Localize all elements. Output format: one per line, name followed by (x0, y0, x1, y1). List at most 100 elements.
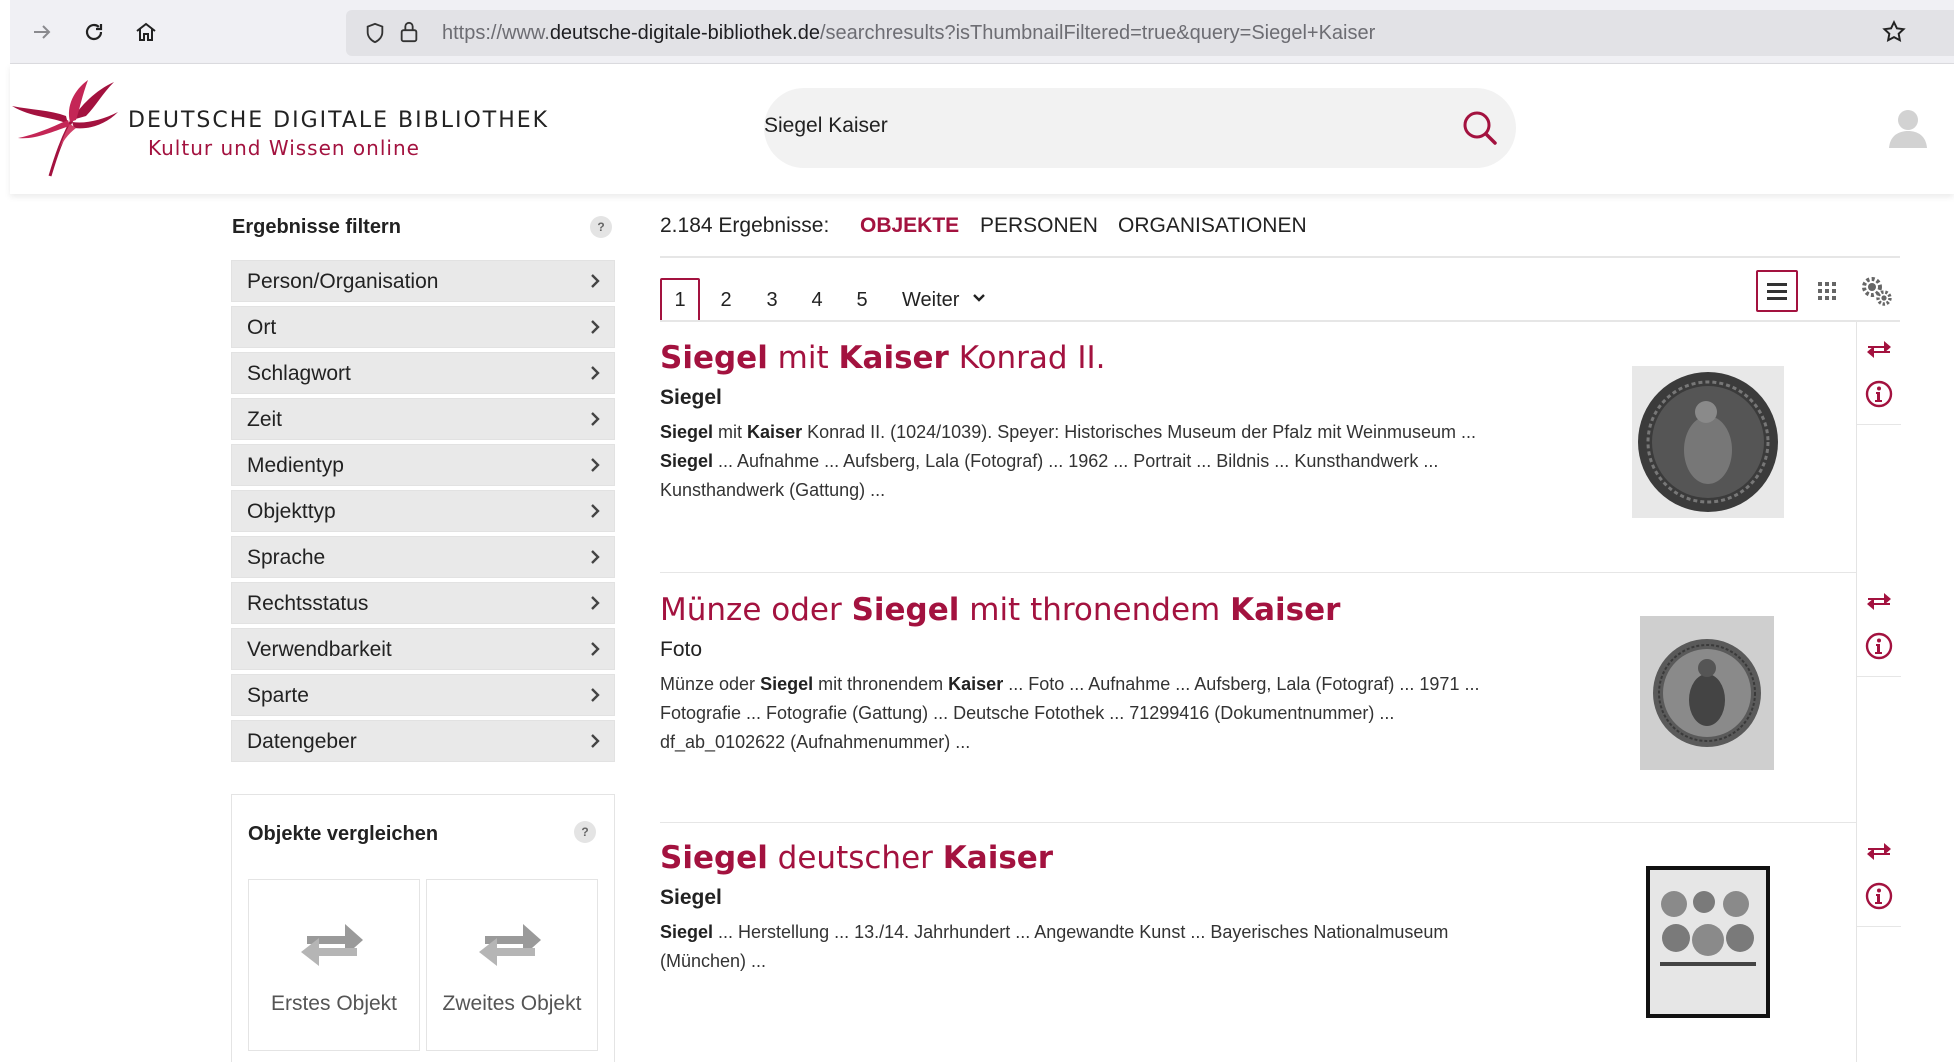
result-thumbnail[interactable] (1646, 866, 1770, 1018)
page-4[interactable]: 4 (797, 278, 837, 322)
result-title[interactable]: Siegel mit Kaiser Konrad II. (660, 340, 1106, 376)
list-view-icon[interactable] (1756, 270, 1798, 312)
result-thumbnail[interactable] (1632, 366, 1784, 518)
result-title[interactable]: Siegel deutscher Kaiser (660, 840, 1053, 876)
ddb-logo[interactable] (10, 76, 120, 186)
compare-slot-second-label: Zweites Objekt (442, 992, 582, 1015)
compare-title: Objekte vergleichen (248, 823, 439, 845)
facet-sparte[interactable]: Sparte (231, 674, 615, 716)
result-snippet: Münze oder Siegel mit thronendem Kaiser … (660, 670, 1500, 757)
search-input[interactable]: Siegel Kaiser (764, 114, 1424, 144)
facet-medientyp[interactable]: Medientyp (231, 444, 615, 486)
page-2[interactable]: 2 (706, 278, 746, 322)
facet-sprache[interactable]: Sprache (231, 536, 615, 578)
compare-panel: Objekte vergleichen ? Erstes Objekt Zwei… (231, 794, 615, 1062)
back-arrow-icon[interactable] (24, 14, 60, 50)
chevron-right-icon (588, 733, 602, 754)
facet-label: Objekttyp (247, 500, 336, 523)
result-title-part: Kaiser (1230, 592, 1341, 628)
shield-icon[interactable] (364, 22, 386, 49)
facet-objekttyp[interactable]: Objekttyp (231, 490, 615, 532)
result-snippet-part: mit thronendem (813, 674, 949, 694)
result-snippet-part: Siegel (660, 451, 714, 471)
facet-person-organisation[interactable]: Person/Organisation (231, 260, 615, 302)
compare-help-icon[interactable]: ? (574, 821, 596, 843)
filter-help-icon[interactable]: ? (590, 216, 612, 238)
chevron-right-icon (588, 411, 602, 432)
facet-label: Medientyp (247, 454, 344, 477)
result-snippet-part: Siegel (660, 922, 714, 942)
address-bar[interactable]: https://www.deutsche-digitale-bibliothek… (346, 10, 1954, 56)
result-thumbnail[interactable] (1640, 616, 1774, 770)
page-5[interactable]: 5 (842, 278, 882, 322)
divider (1857, 676, 1901, 677)
result-item: Siegel deutscher Kaiser Siegel Siegel ..… (660, 840, 1856, 1062)
page-1[interactable]: 1 (660, 278, 700, 322)
result-title-part: Siegel (660, 340, 768, 376)
facet-ort[interactable]: Ort (231, 306, 615, 348)
chevron-right-icon (588, 549, 602, 570)
compare-arrows-icon[interactable] (1859, 330, 1899, 370)
facet-label: Datengeber (247, 730, 357, 753)
facet-label: Ort (247, 316, 277, 339)
compare-arrows-icon[interactable] (1859, 832, 1899, 872)
facet-label: Sprache (247, 546, 326, 569)
page-3[interactable]: 3 (752, 278, 792, 322)
grid-view-icon[interactable] (1806, 270, 1848, 312)
info-icon[interactable] (1859, 626, 1899, 666)
reload-icon[interactable] (76, 14, 112, 50)
home-icon[interactable] (128, 14, 164, 50)
user-icon[interactable] (1886, 106, 1930, 150)
chevron-right-icon (588, 365, 602, 386)
results-count: 2.184 Ergebnisse: (660, 214, 830, 237)
search-input-value: Siegel Kaiser (764, 114, 888, 137)
star-icon[interactable] (1876, 14, 1912, 50)
divider (1857, 926, 1901, 927)
result-type: Foto (660, 638, 703, 661)
compare-arrows-icon[interactable] (1859, 582, 1899, 622)
compare-slot-first[interactable]: Erstes Objekt (248, 879, 420, 1051)
divider (660, 256, 1900, 258)
info-icon[interactable] (1859, 876, 1899, 916)
chevron-right-icon (588, 457, 602, 478)
tab-objekte[interactable]: OBJEKTE (860, 214, 959, 238)
url-text[interactable]: https://www.deutsche-digitale-bibliothek… (442, 22, 1375, 45)
facet-datengeber[interactable]: Datengeber (231, 720, 615, 762)
logo-title[interactable]: DEUTSCHE DIGITALE BIBLIOTHEK (128, 108, 549, 133)
tab-personen[interactable]: PERSONEN (980, 214, 1098, 238)
settings-gears-icon[interactable] (1856, 270, 1898, 312)
result-title-part: deutscher (767, 840, 943, 876)
tab-organisationen[interactable]: ORGANISATIONEN (1118, 214, 1307, 238)
lock-icon[interactable] (398, 20, 420, 49)
result-title-part: Münze oder (660, 592, 852, 628)
search-bar: Siegel Kaiser (764, 88, 1516, 168)
logo-subtitle[interactable]: Kultur und Wissen online (148, 136, 420, 160)
search-icon[interactable] (1460, 108, 1500, 148)
result-item: Siegel mit Kaiser Konrad II. Siegel Sieg… (660, 340, 1856, 572)
facet-schlagwort[interactable]: Schlagwort (231, 352, 615, 394)
facet-zeit[interactable]: Zeit (231, 398, 615, 440)
url-host: deutsche-digitale-bibliothek.de (549, 22, 820, 44)
facet-rechtsstatus[interactable]: Rechtsstatus (231, 582, 615, 624)
chevron-down-icon (971, 289, 987, 312)
facet-label: Person/Organisation (247, 270, 439, 293)
chevron-right-icon (588, 503, 602, 524)
result-title-part: Kaiser (942, 840, 1054, 876)
url-prefix: https://www. (442, 22, 550, 44)
result-snippet-part: Konrad II. (1024/1039). Speyer: Historis… (802, 422, 1477, 442)
info-icon[interactable] (1859, 374, 1899, 414)
facet-verwendbarkeit[interactable]: Verwendbarkeit (231, 628, 615, 670)
compare-slot-second[interactable]: Zweites Objekt (426, 879, 598, 1051)
result-snippet: Siegel ... Herstellung ... 13./14. Jahrh… (660, 918, 1500, 976)
result-type: Siegel (660, 886, 722, 909)
result-title[interactable]: Münze oder Siegel mit thronendem Kaiser (660, 592, 1340, 628)
pager-next[interactable]: Weiter (902, 278, 987, 322)
chevron-right-icon (588, 687, 602, 708)
result-snippet-part: Kaiser (747, 422, 803, 442)
chevron-right-icon (588, 273, 602, 294)
result-item: Münze oder Siegel mit thronendem Kaiser … (660, 592, 1856, 824)
divider (660, 320, 1900, 322)
facet-label: Zeit (247, 408, 283, 431)
url-path: /searchresults?isThumbnailFiltered=true&… (820, 22, 1376, 44)
result-snippet-part: Münze oder (660, 674, 761, 694)
